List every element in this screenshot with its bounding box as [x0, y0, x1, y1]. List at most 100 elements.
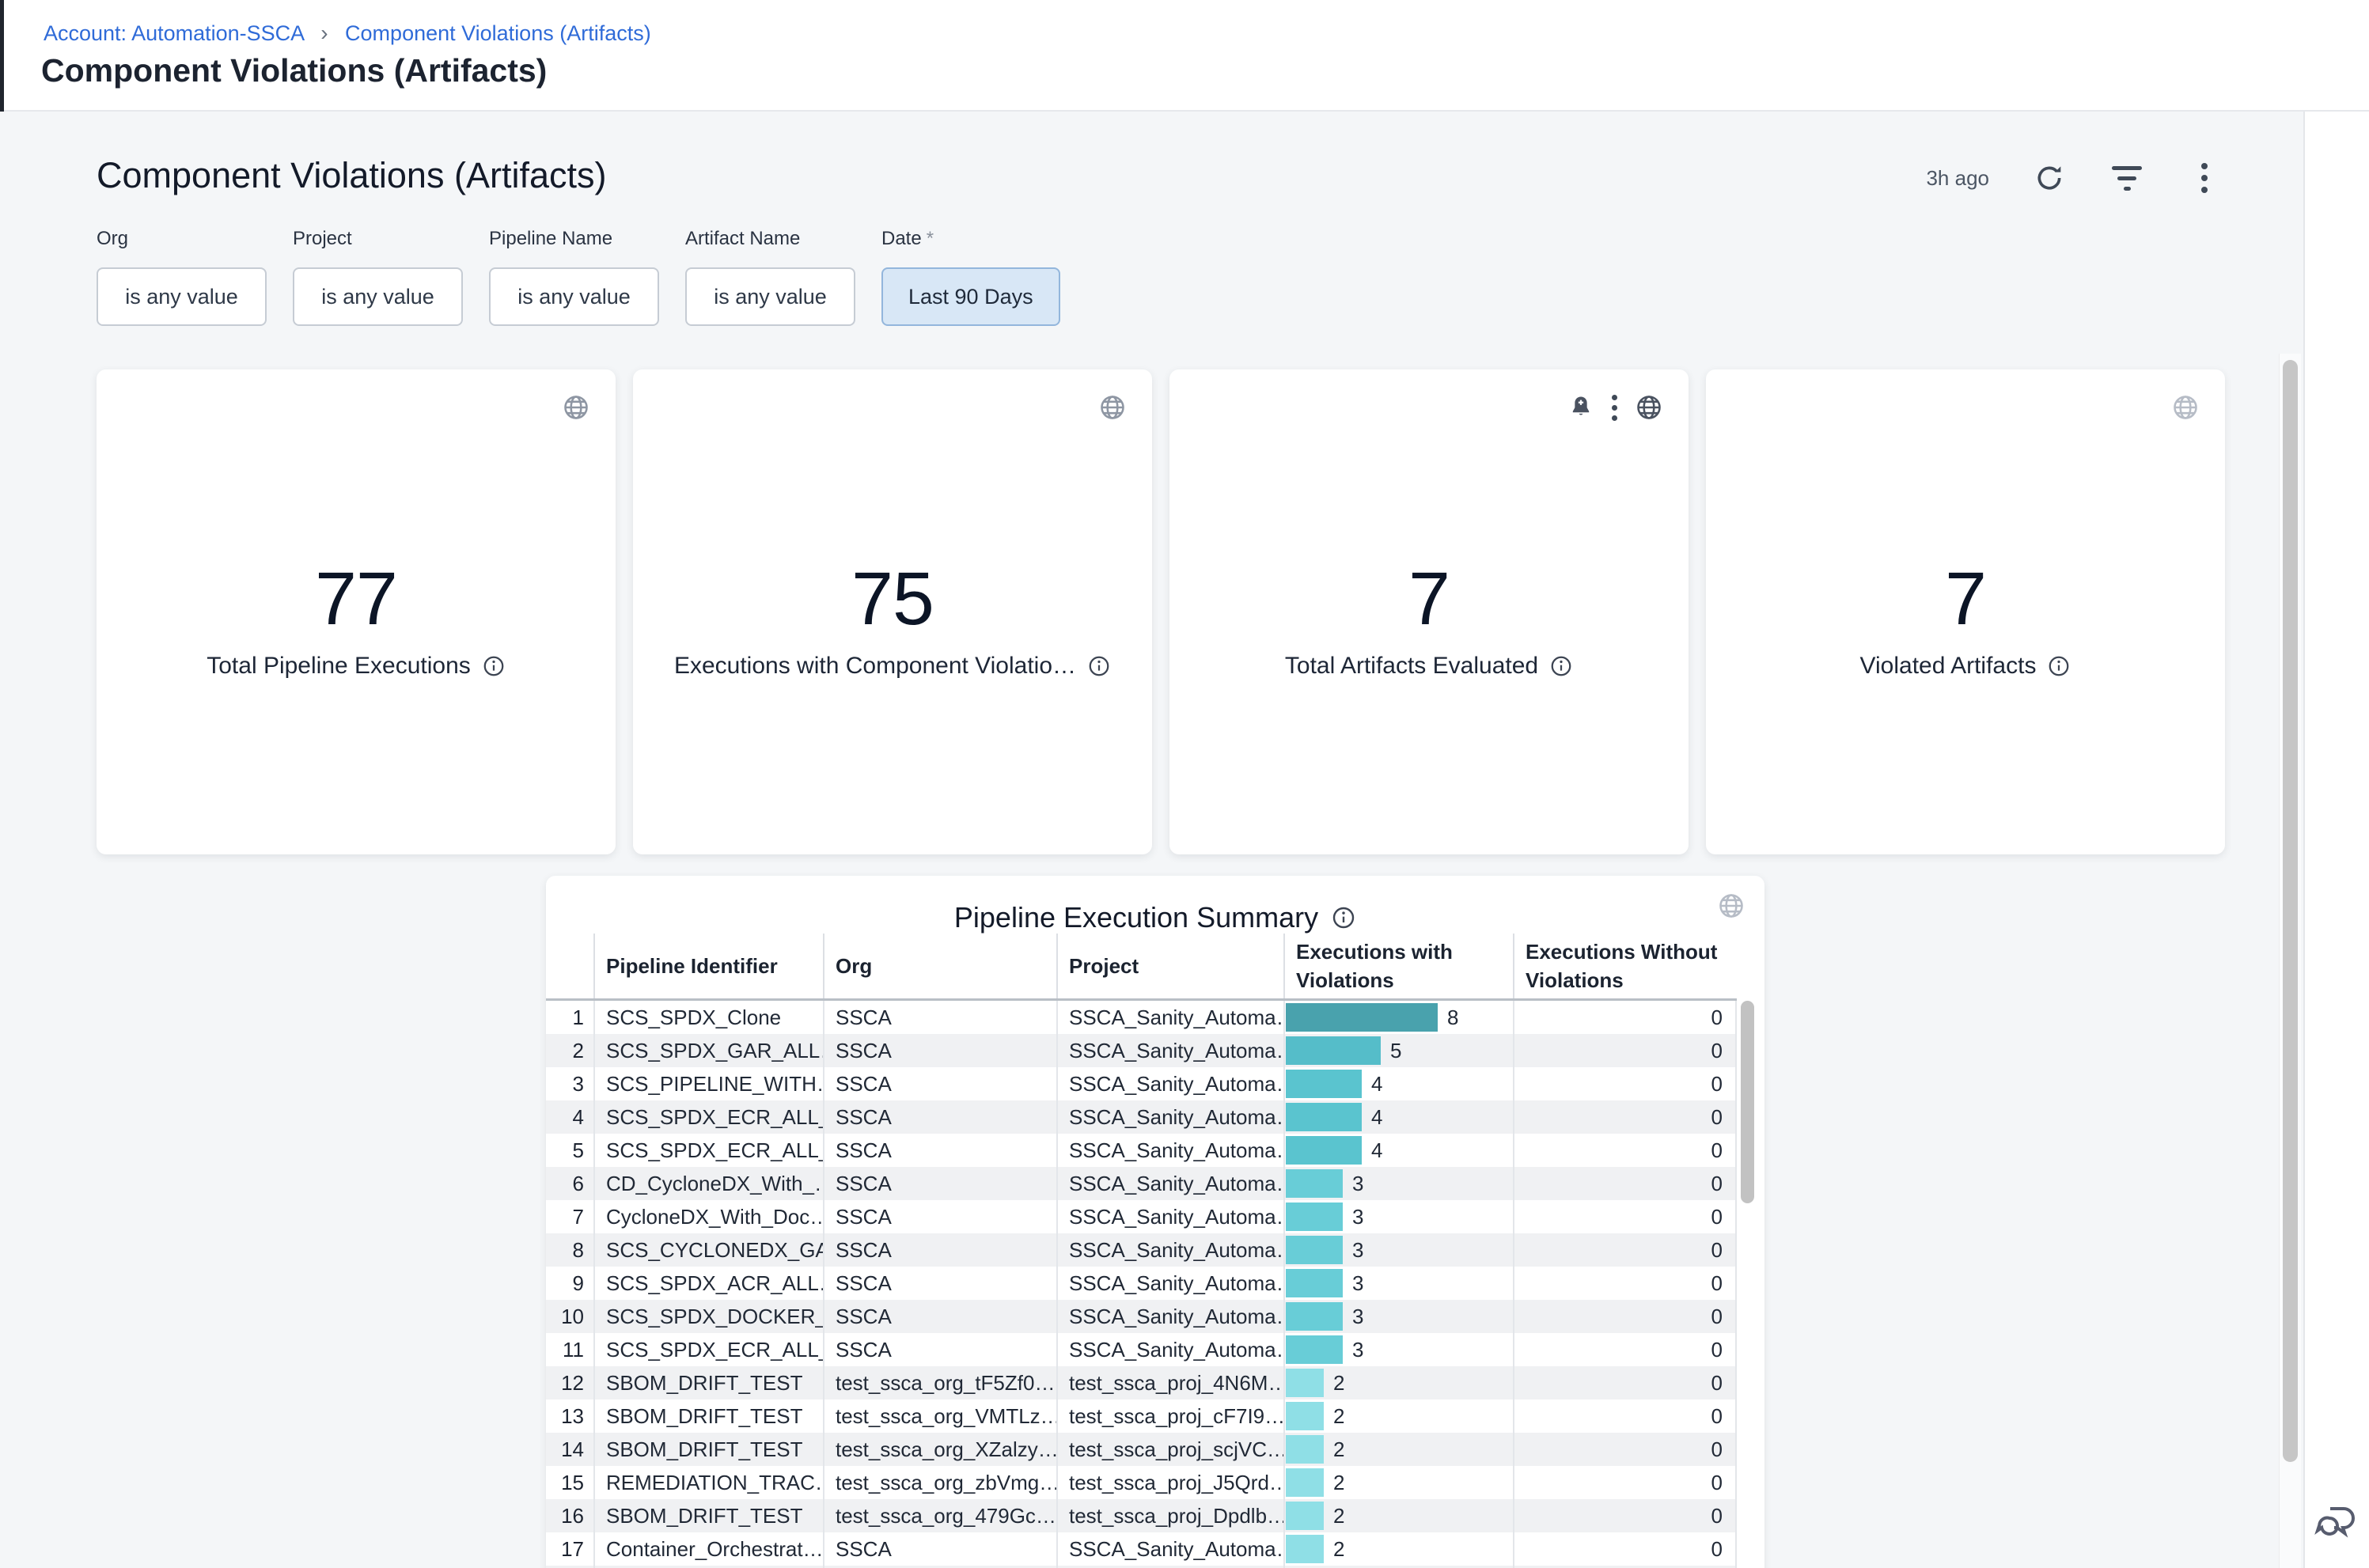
cell-project: SSCA_Sanity_Automa…	[1056, 1267, 1283, 1300]
cell-pipeline-identifier: SCS_PIPELINE_WITH…	[593, 1067, 823, 1100]
cell-executions-without-violations: 0	[1513, 1001, 1737, 1034]
column-header-project[interactable]: Project	[1056, 934, 1283, 998]
info-icon[interactable]	[482, 654, 506, 678]
table-scrollbar-thumb[interactable]	[1741, 1001, 1754, 1203]
breadcrumb-account-link[interactable]: Account: Automation-SSCA	[44, 21, 304, 45]
table-row[interactable]: 15 REMEDIATION_TRAC… test_ssca_org_zbVmg…	[546, 1466, 1737, 1499]
violations-bar-value: 3	[1352, 1338, 1363, 1362]
cell-executions-with-violations: 2	[1283, 1433, 1513, 1466]
violations-bar	[1286, 1003, 1438, 1032]
info-icon[interactable]	[1087, 654, 1111, 678]
filter-value-button[interactable]: is any value	[685, 267, 855, 326]
chat-help-icon[interactable]	[2309, 1497, 2360, 1547]
filter-value-button[interactable]: Last 90 Days	[881, 267, 1060, 326]
cell-executions-without-violations: 0	[1513, 1100, 1737, 1134]
row-number: 12	[546, 1366, 593, 1399]
table-row[interactable]: 6 CD_CycloneDX_With_… SSCA SSCA_Sanity_A…	[546, 1167, 1737, 1200]
info-icon[interactable]	[1331, 905, 1356, 930]
metric-label: Total Pipeline Executions	[207, 653, 471, 680]
table-row[interactable]: 3 SCS_PIPELINE_WITH… SSCA SSCA_Sanity_Au…	[546, 1067, 1737, 1100]
violations-bar	[1286, 1036, 1381, 1065]
cell-project: SSCA_Sanity_Automa…	[1056, 1100, 1283, 1134]
column-header-executions-without-violations[interactable]: Executions Without Violations	[1513, 934, 1737, 998]
column-header-executions-with-violations[interactable]: Executions with Violations	[1283, 934, 1513, 998]
table-row[interactable]: 16 SBOM_DRIFT_TEST test_ssca_org_479Gc… …	[546, 1499, 1737, 1532]
filter-group: Artifact Name is any value	[685, 228, 855, 326]
filter-label: Project	[293, 228, 463, 250]
dashboard-more-menu-icon[interactable]	[2187, 161, 2222, 195]
table-row[interactable]: 11 SCS_SPDX_ECR_ALL_… SSCA SSCA_Sanity_A…	[546, 1333, 1737, 1366]
cell-org: SSCA	[823, 1167, 1056, 1200]
cell-pipeline-identifier: SCS_SPDX_GAR_ALL…	[593, 1034, 823, 1067]
table-row[interactable]: 5 SCS_SPDX_ECR_ALL_… SSCA SSCA_Sanity_Au…	[546, 1134, 1737, 1167]
dashboard-controls: 3h ago	[1926, 161, 2222, 195]
table-title: Pipeline Execution Summary	[954, 901, 1318, 934]
column-header-rownum	[546, 934, 593, 998]
column-header-org[interactable]: Org	[823, 934, 1056, 998]
pipeline-execution-summary-panel: Pipeline Execution Summary Pipeline Iden…	[546, 876, 1764, 1568]
cell-executions-with-violations: 3	[1283, 1233, 1513, 1267]
cell-project: test_ssca_proj_J5Qrd…	[1056, 1466, 1283, 1499]
filter-value-button[interactable]: is any value	[489, 267, 659, 326]
alert-bell-icon[interactable]	[1567, 394, 1594, 421]
table-row[interactable]: 17 Container_Orchestrat… SSCA SSCA_Sanit…	[546, 1532, 1737, 1566]
column-header-pipeline-identifier[interactable]: Pipeline Identifier	[593, 934, 823, 998]
row-number: 5	[546, 1134, 593, 1167]
metric-value: 7	[1706, 556, 2225, 642]
breadcrumb-current-link[interactable]: Component Violations (Artifacts)	[345, 21, 651, 45]
globe-icon[interactable]	[2171, 393, 2200, 422]
cell-pipeline-identifier: SCS_SPDX_Clone	[593, 1001, 823, 1034]
globe-icon[interactable]	[1098, 393, 1127, 422]
info-icon[interactable]	[1549, 654, 1573, 678]
table-row[interactable]: 1 SCS_SPDX_Clone SSCA SSCA_Sanity_Automa…	[546, 1001, 1737, 1034]
info-icon[interactable]	[2047, 654, 2071, 678]
row-number: 14	[546, 1433, 593, 1466]
violations-bar	[1286, 1070, 1362, 1098]
filter-label: Org	[97, 228, 267, 250]
cell-executions-without-violations: 0	[1513, 1399, 1737, 1433]
table-row[interactable]: 13 SBOM_DRIFT_TEST test_ssca_org_VMTLz… …	[546, 1399, 1737, 1433]
violations-bar	[1286, 1236, 1343, 1264]
cell-project: SSCA_Sanity_Automa…	[1056, 1134, 1283, 1167]
cell-project: SSCA_Sanity_Automa…	[1056, 1167, 1283, 1200]
cell-pipeline-identifier: SCS_SPDX_DOCKER_…	[593, 1300, 823, 1333]
cell-pipeline-identifier: SCS_SPDX_ACR_ALL…	[593, 1267, 823, 1300]
cell-org: SSCA	[823, 1001, 1056, 1034]
cell-org: SSCA	[823, 1333, 1056, 1366]
filter-value-button[interactable]: is any value	[293, 267, 463, 326]
row-number: 2	[546, 1034, 593, 1067]
table-row[interactable]: 4 SCS_SPDX_ECR_ALL_… SSCA SSCA_Sanity_Au…	[546, 1100, 1737, 1134]
table-row[interactable]: 8 SCS_CYCLONEDX_GA… SSCA SSCA_Sanity_Aut…	[546, 1233, 1737, 1267]
table-row[interactable]: 14 SBOM_DRIFT_TEST test_ssca_org_XZalzy……	[546, 1433, 1737, 1466]
table-row[interactable]: 2 SCS_SPDX_GAR_ALL… SSCA SSCA_Sanity_Aut…	[546, 1034, 1737, 1067]
violations-bar-value: 4	[1371, 1138, 1382, 1163]
cell-org: SSCA	[823, 1067, 1056, 1100]
page-scrollbar-thumb[interactable]	[2283, 360, 2298, 1462]
row-number: 6	[546, 1167, 593, 1200]
dashboard-filters-icon[interactable]	[2109, 161, 2144, 195]
filter-label: Pipeline Name	[489, 228, 659, 250]
globe-icon[interactable]	[562, 393, 590, 422]
breadcrumb-separator-icon: ›	[320, 21, 328, 45]
table-row[interactable]: 9 SCS_SPDX_ACR_ALL… SSCA SSCA_Sanity_Aut…	[546, 1267, 1737, 1300]
violations-bar-value: 2	[1333, 1471, 1344, 1495]
refresh-icon[interactable]	[2032, 161, 2067, 195]
cell-executions-with-violations: 2	[1283, 1466, 1513, 1499]
cell-org: SSCA	[823, 1200, 1056, 1233]
cell-org: test_ssca_org_XZalzy…	[823, 1433, 1056, 1466]
cell-project: SSCA_Sanity_Automa…	[1056, 1300, 1283, 1333]
table-row[interactable]: 12 SBOM_DRIFT_TEST test_ssca_org_tF5Zf0……	[546, 1366, 1737, 1399]
violations-bar-value: 3	[1352, 1305, 1363, 1329]
table-row[interactable]: 7 CycloneDX_With_Doc… SSCA SSCA_Sanity_A…	[546, 1200, 1737, 1233]
cell-executions-without-violations: 0	[1513, 1366, 1737, 1399]
violations-bar-value: 2	[1333, 1404, 1344, 1429]
cell-project: test_ssca_proj_scjVC…	[1056, 1433, 1283, 1466]
filter-value-button[interactable]: is any value	[97, 267, 267, 326]
cell-project: test_ssca_proj_Dpdlb…	[1056, 1499, 1283, 1532]
violations-bar	[1286, 1402, 1324, 1430]
cell-org: SSCA	[823, 1532, 1056, 1566]
card-more-menu-icon[interactable]	[1612, 395, 1617, 421]
globe-icon[interactable]	[1635, 393, 1663, 422]
cell-executions-with-violations: 3	[1283, 1300, 1513, 1333]
table-row[interactable]: 10 SCS_SPDX_DOCKER_… SSCA SSCA_Sanity_Au…	[546, 1300, 1737, 1333]
